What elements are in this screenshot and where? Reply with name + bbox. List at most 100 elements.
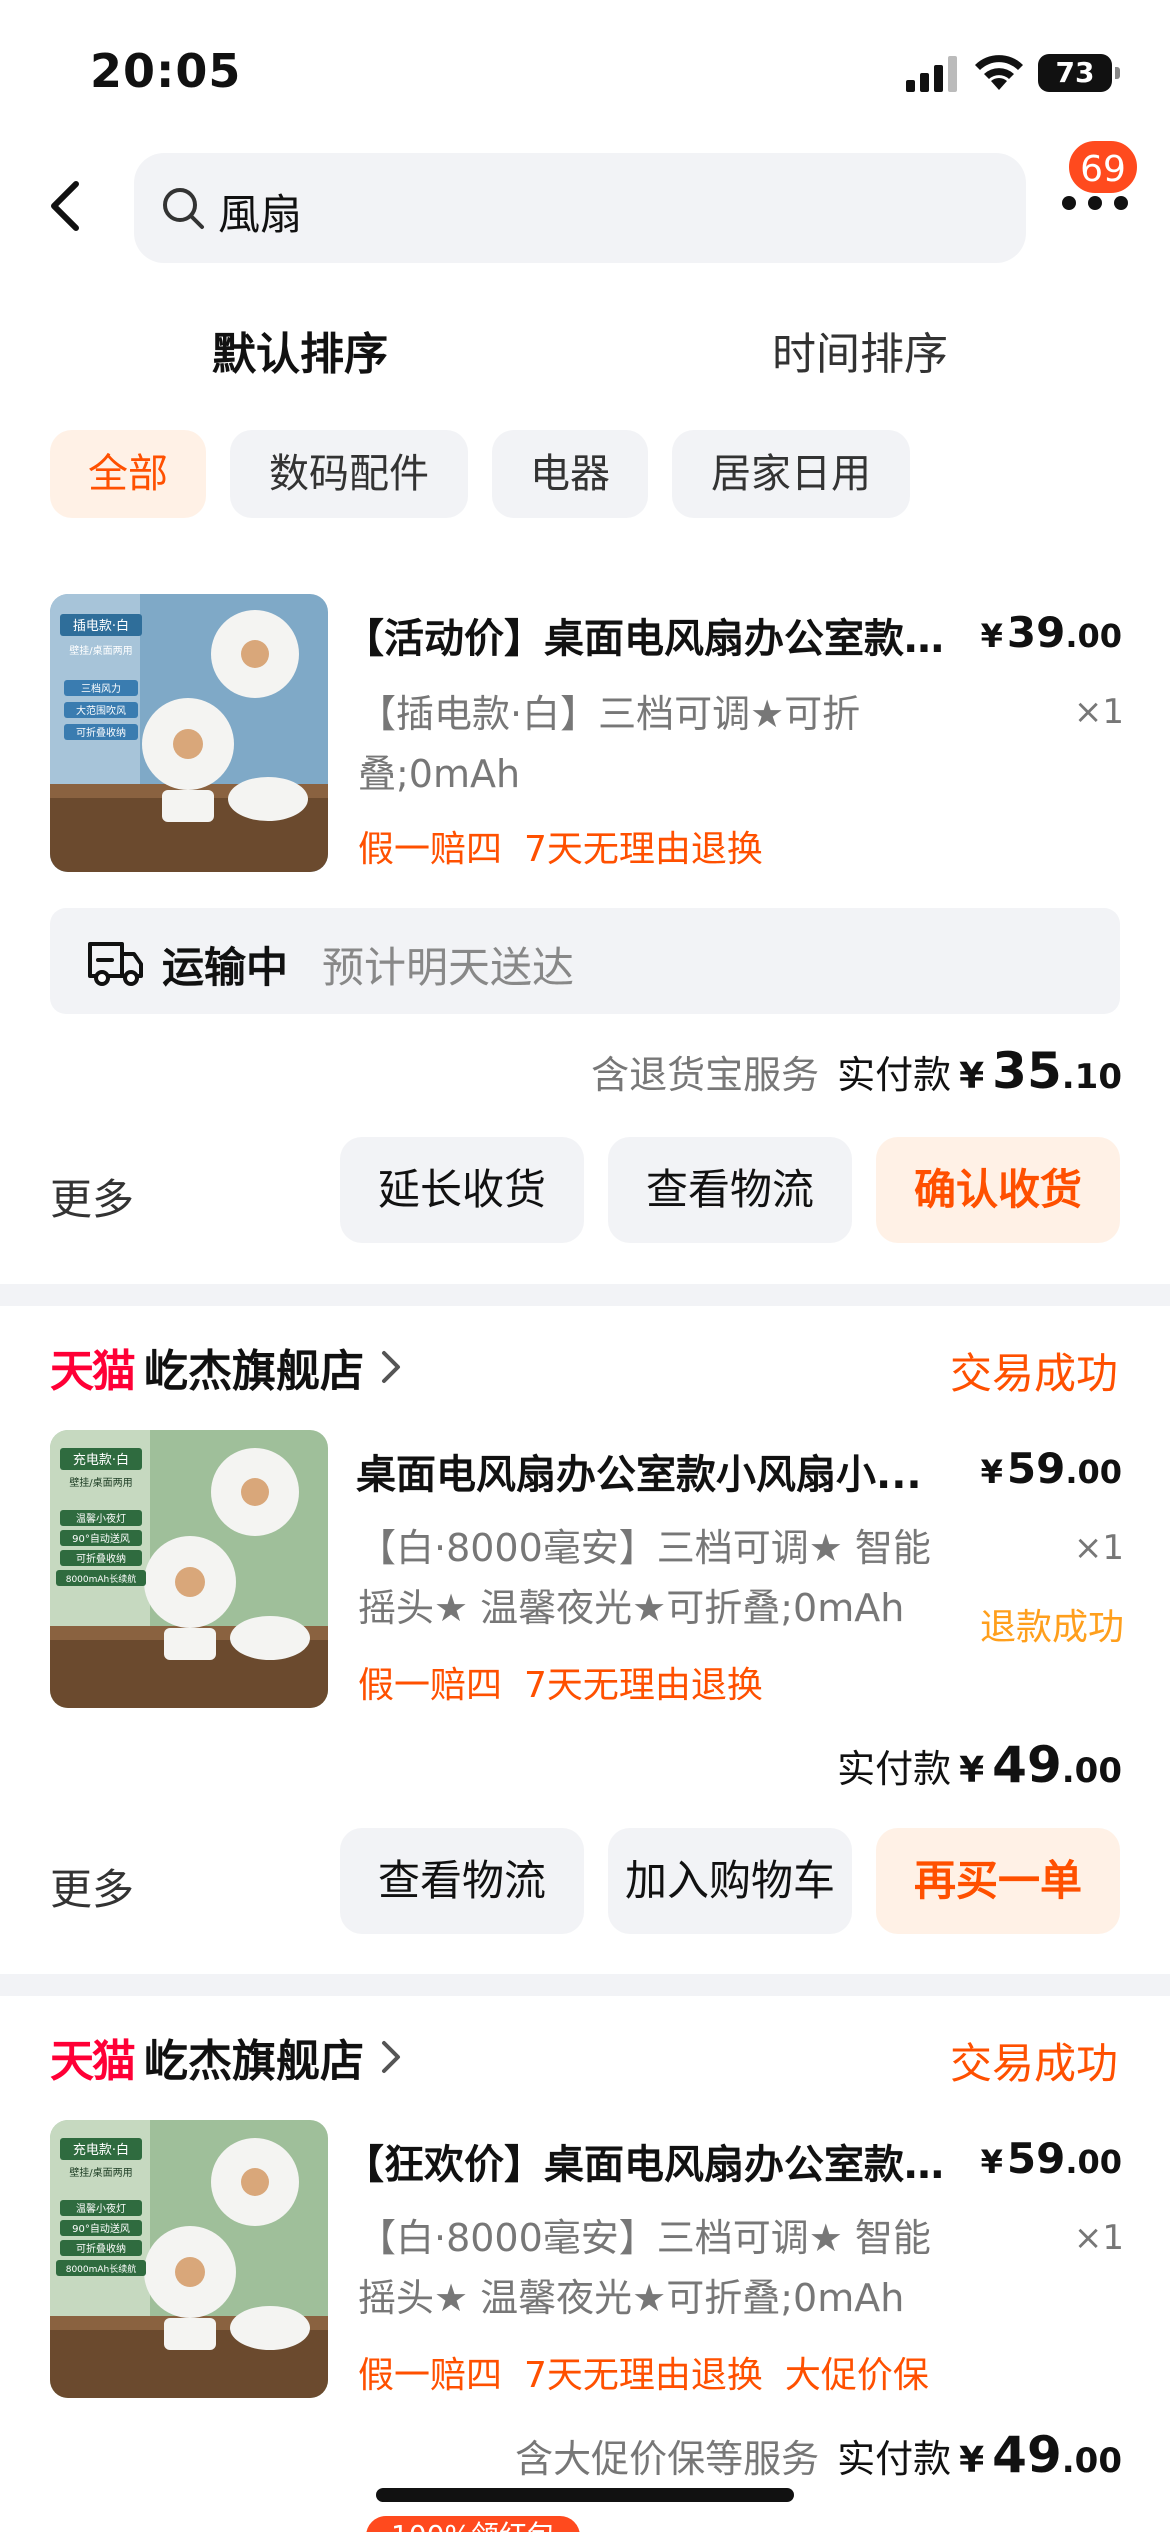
payment-summary: 含大促价保等服务 实付款 ¥ 49.00	[515, 2426, 1122, 2484]
product-spec: 【白·8000毫安】三档可调★ 智能摇头★ 温馨夜光★可折叠;0mAh	[358, 2216, 931, 2320]
tmall-logo: 天猫	[50, 2036, 136, 2087]
product-thumbnail[interactable]: 充电款·白 壁挂/桌面两用 温馨小夜灯 90°自动送风 可折叠收纳 8000mA…	[50, 2120, 328, 2398]
fan-product-image: 插电款·白 壁挂/桌面两用 三档风力 大范围吹风 可折叠收纳	[50, 594, 328, 872]
filter-chip-digital[interactable]: 数码配件	[230, 430, 468, 518]
fan-product-image: 充电款·白 壁挂/桌面两用 温馨小夜灯 90°自动送风 可折叠收纳 8000mA…	[50, 1430, 328, 1708]
svg-text:8000mAh长续航: 8000mAh长续航	[66, 1573, 137, 1585]
chevron-right-icon	[382, 2041, 400, 2073]
message-count-badge: 69	[1066, 138, 1140, 196]
chevron-right-icon	[382, 1351, 400, 1383]
order-status: 交易成功	[949, 1349, 1118, 1398]
add-to-cart-button[interactable]: 加入购物车	[608, 1828, 852, 1934]
view-logistics-button[interactable]: 查看物流	[608, 1137, 852, 1243]
card-divider	[0, 1974, 1170, 1996]
payment-summary: 含退货宝服务 实付款 ¥ 35.10	[591, 1042, 1122, 1100]
status-time: 20:05	[90, 44, 242, 98]
product-price: ¥39.00	[980, 608, 1122, 657]
svg-text:壁挂/桌面两用: 壁挂/桌面两用	[69, 2166, 132, 2179]
back-arrow-icon[interactable]	[40, 178, 96, 234]
tab-default-sort[interactable]: 默认排序	[212, 318, 388, 382]
filter-chip-appliance[interactable]: 电器	[492, 430, 648, 518]
product-quantity: ×1	[1073, 692, 1124, 732]
extend-receipt-button[interactable]: 延长收货	[340, 1137, 584, 1243]
svg-text:8000mAh长续航: 8000mAh长续航	[66, 2263, 137, 2275]
svg-text:三档风力: 三档风力	[81, 682, 121, 695]
home-indicator	[376, 2488, 794, 2502]
product-title[interactable]: 桌面电风扇办公室款小风扇小...	[356, 1442, 956, 1500]
thumb-label: 充电款·白	[73, 1452, 129, 1468]
tag: 大促价保	[784, 2355, 929, 2396]
search-input[interactable]: 風扇	[218, 181, 302, 242]
product-title[interactable]: 【活动价】桌面电风扇办公室款...	[344, 606, 944, 664]
logistics-state: 运输中	[162, 943, 289, 992]
logistics-eta: 预计明天送达	[322, 943, 575, 992]
confirm-receipt-button[interactable]: 确认收货	[876, 1137, 1120, 1243]
svg-text:大范围吹风: 大范围吹风	[76, 704, 126, 717]
truck-icon	[88, 942, 143, 986]
pay-amount: 49.00	[992, 2426, 1122, 2484]
svg-text:可折叠收纳: 可折叠收纳	[76, 1552, 126, 1565]
store-name: 屹杰旗舰店	[144, 2036, 364, 2087]
svg-text:壁挂/桌面两用: 壁挂/桌面两用	[69, 1476, 132, 1489]
svg-text:温馨小夜灯: 温馨小夜灯	[76, 2202, 126, 2215]
thumb-label: 插电款·白	[73, 618, 129, 634]
tag: 7天无理由退换	[524, 829, 763, 870]
product-spec: 【插电款·白】三档可调★可折叠;0mAh	[358, 692, 861, 796]
store-name: 屹杰旗舰店	[144, 1346, 364, 1397]
service-note: 含退货宝服务	[591, 1053, 820, 1097]
fan-product-image: 充电款·白 壁挂/桌面两用 温馨小夜灯 90°自动送风 可折叠收纳 8000mA…	[50, 2120, 328, 2398]
order-status: 交易成功	[949, 2039, 1118, 2088]
thumb-label: 充电款·白	[73, 2142, 129, 2158]
service-tags: 假一赔四 7天无理由退换	[358, 820, 785, 872]
product-title[interactable]: 【狂欢价】桌面电风扇办公室款...	[344, 2132, 944, 2190]
product-spec: 【白·8000毫安】三档可调★ 智能摇头★ 温馨夜光★可折叠;0mAh	[358, 1526, 931, 1630]
more-menu-icon[interactable]	[1062, 196, 1128, 216]
tag: 假一赔四	[358, 829, 503, 870]
pay-label: 实付款	[837, 1747, 952, 1791]
tag: 假一赔四	[358, 1665, 503, 1706]
svg-text:壁挂/桌面两用: 壁挂/桌面两用	[69, 644, 132, 657]
red-packet-badge[interactable]: 100%领红包	[366, 2516, 580, 2532]
product-thumbnail[interactable]: 插电款·白 壁挂/桌面两用 三档风力 大范围吹风 可折叠收纳	[50, 594, 328, 872]
svg-text:90°自动送风: 90°自动送风	[72, 2222, 130, 2235]
cellular-signal-icon	[906, 56, 958, 92]
pay-label: 实付款	[837, 1053, 952, 1097]
more-actions-link[interactable]: 更多	[50, 1166, 134, 1227]
battery-icon: 73	[1038, 54, 1120, 92]
store-link[interactable]: 天猫 屹杰旗舰店	[50, 2022, 402, 2092]
buy-again-button[interactable]: 再买一单	[876, 1828, 1120, 1934]
product-price: ¥59.00	[980, 2134, 1122, 2183]
tag: 7天无理由退换	[524, 2355, 763, 2396]
refund-status: 退款成功	[979, 1607, 1124, 1648]
pay-label: 实付款	[837, 2437, 952, 2481]
tmall-logo: 天猫	[50, 1346, 136, 1397]
tab-time-sort[interactable]: 时间排序	[772, 318, 948, 382]
search-icon	[163, 188, 204, 229]
pay-amount: 35.10	[992, 1042, 1122, 1100]
store-link[interactable]: 天猫 屹杰旗舰店	[50, 1332, 402, 1402]
status-bar: 20:05 73	[0, 0, 1170, 140]
service-note: 含大促价保等服务	[515, 2437, 820, 2481]
payment-summary: 实付款 ¥ 49.00	[837, 1736, 1122, 1794]
logistics-panel[interactable]: 运输中 预计明天送达	[50, 908, 1120, 1014]
filter-chip-all[interactable]: 全部	[50, 430, 206, 518]
product-quantity: ×1	[1073, 1528, 1124, 1568]
view-logistics-button[interactable]: 查看物流	[340, 1828, 584, 1934]
filter-chip-home[interactable]: 居家日用	[672, 430, 910, 518]
product-quantity: ×1	[1073, 2218, 1124, 2258]
pay-amount: 49.00	[992, 1736, 1122, 1794]
svg-text:可折叠收纳: 可折叠收纳	[76, 2242, 126, 2255]
service-tags: 假一赔四 7天无理由退换 大促价保	[358, 2346, 951, 2398]
tag: 假一赔四	[358, 2355, 503, 2396]
svg-text:90°自动送风: 90°自动送风	[72, 1532, 130, 1545]
service-tags: 假一赔四 7天无理由退换	[358, 1656, 785, 1708]
product-thumbnail[interactable]: 充电款·白 壁挂/桌面两用 温馨小夜灯 90°自动送风 可折叠收纳 8000mA…	[50, 1430, 328, 1708]
wifi-icon	[975, 55, 1023, 90]
card-divider	[0, 1284, 1170, 1306]
more-actions-link[interactable]: 更多	[50, 1856, 134, 1917]
svg-text:可折叠收纳: 可折叠收纳	[76, 726, 126, 739]
search-bar[interactable]: 風扇	[134, 153, 1026, 263]
svg-text:温馨小夜灯: 温馨小夜灯	[76, 1512, 126, 1525]
product-price: ¥59.00	[980, 1444, 1122, 1493]
tag: 7天无理由退换	[524, 1665, 763, 1706]
